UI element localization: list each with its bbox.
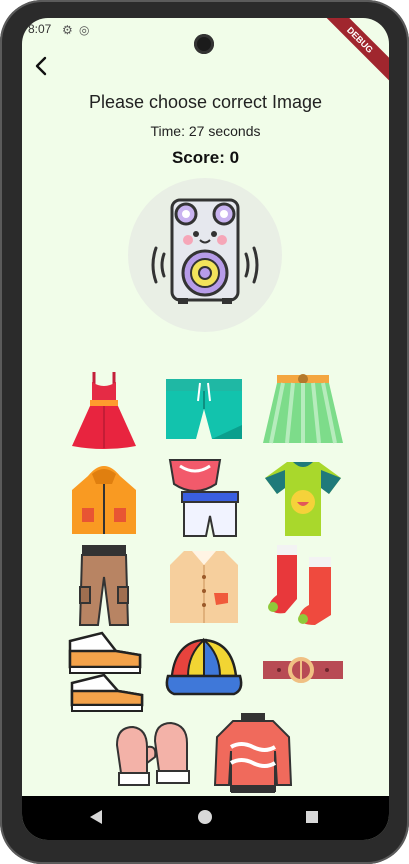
nav-recents-icon[interactable] [304,808,320,826]
tshirt-icon [265,462,341,536]
phone-frame: 8:07 ⚙ ◎ DEBUG Please choose correct Ima… [0,0,409,864]
option-mittens[interactable] [110,710,196,796]
dress-icon [72,372,136,449]
option-jacket[interactable] [61,455,147,541]
jacket-icon [72,466,136,534]
sync-icon: ◎ [79,23,90,37]
nav-back-icon[interactable] [88,808,104,826]
nav-home-icon[interactable] [197,808,213,826]
target-image [128,178,282,332]
underwear-icon [168,459,239,537]
front-camera [194,34,214,54]
mittens-icon [115,721,190,786]
shorts-icon [166,379,242,439]
option-shirt[interactable] [161,542,247,628]
option-sweater[interactable] [210,710,296,796]
timer-text: Time: 27 seconds [150,123,261,139]
belt-icon [263,657,343,683]
option-shorts[interactable] [161,367,247,453]
speaker-icon [151,198,259,304]
arrow-back-icon [35,56,47,76]
status-time: 8:07 [28,22,52,36]
option-tshirt[interactable] [260,455,346,541]
skirt-icon [263,374,343,444]
debug-banner: DEBUG [315,18,389,85]
system-nav-bar [22,796,389,840]
option-socks[interactable] [260,542,346,628]
option-underwear[interactable] [161,455,247,541]
cap-icon [165,637,243,696]
option-belt[interactable] [260,628,346,714]
app-screen: 8:07 ⚙ ◎ DEBUG Please choose correct Ima… [22,18,389,840]
back-button[interactable] [30,54,54,78]
option-skirt[interactable] [260,367,346,453]
score-text: Score: 0 [171,148,240,167]
option-cargo-pants[interactable] [61,542,147,628]
settings-icon: ⚙ [62,23,73,37]
option-cap[interactable] [161,628,247,714]
shirt-icon [170,551,238,623]
option-dress[interactable] [61,367,147,453]
sneakers-icon [68,631,144,712]
option-sneakers[interactable] [61,628,147,714]
socks-icon [268,545,331,625]
sweater-icon [213,713,293,793]
cargo-pants-icon [78,545,130,626]
page-title: Please choose correct Image [88,92,323,112]
